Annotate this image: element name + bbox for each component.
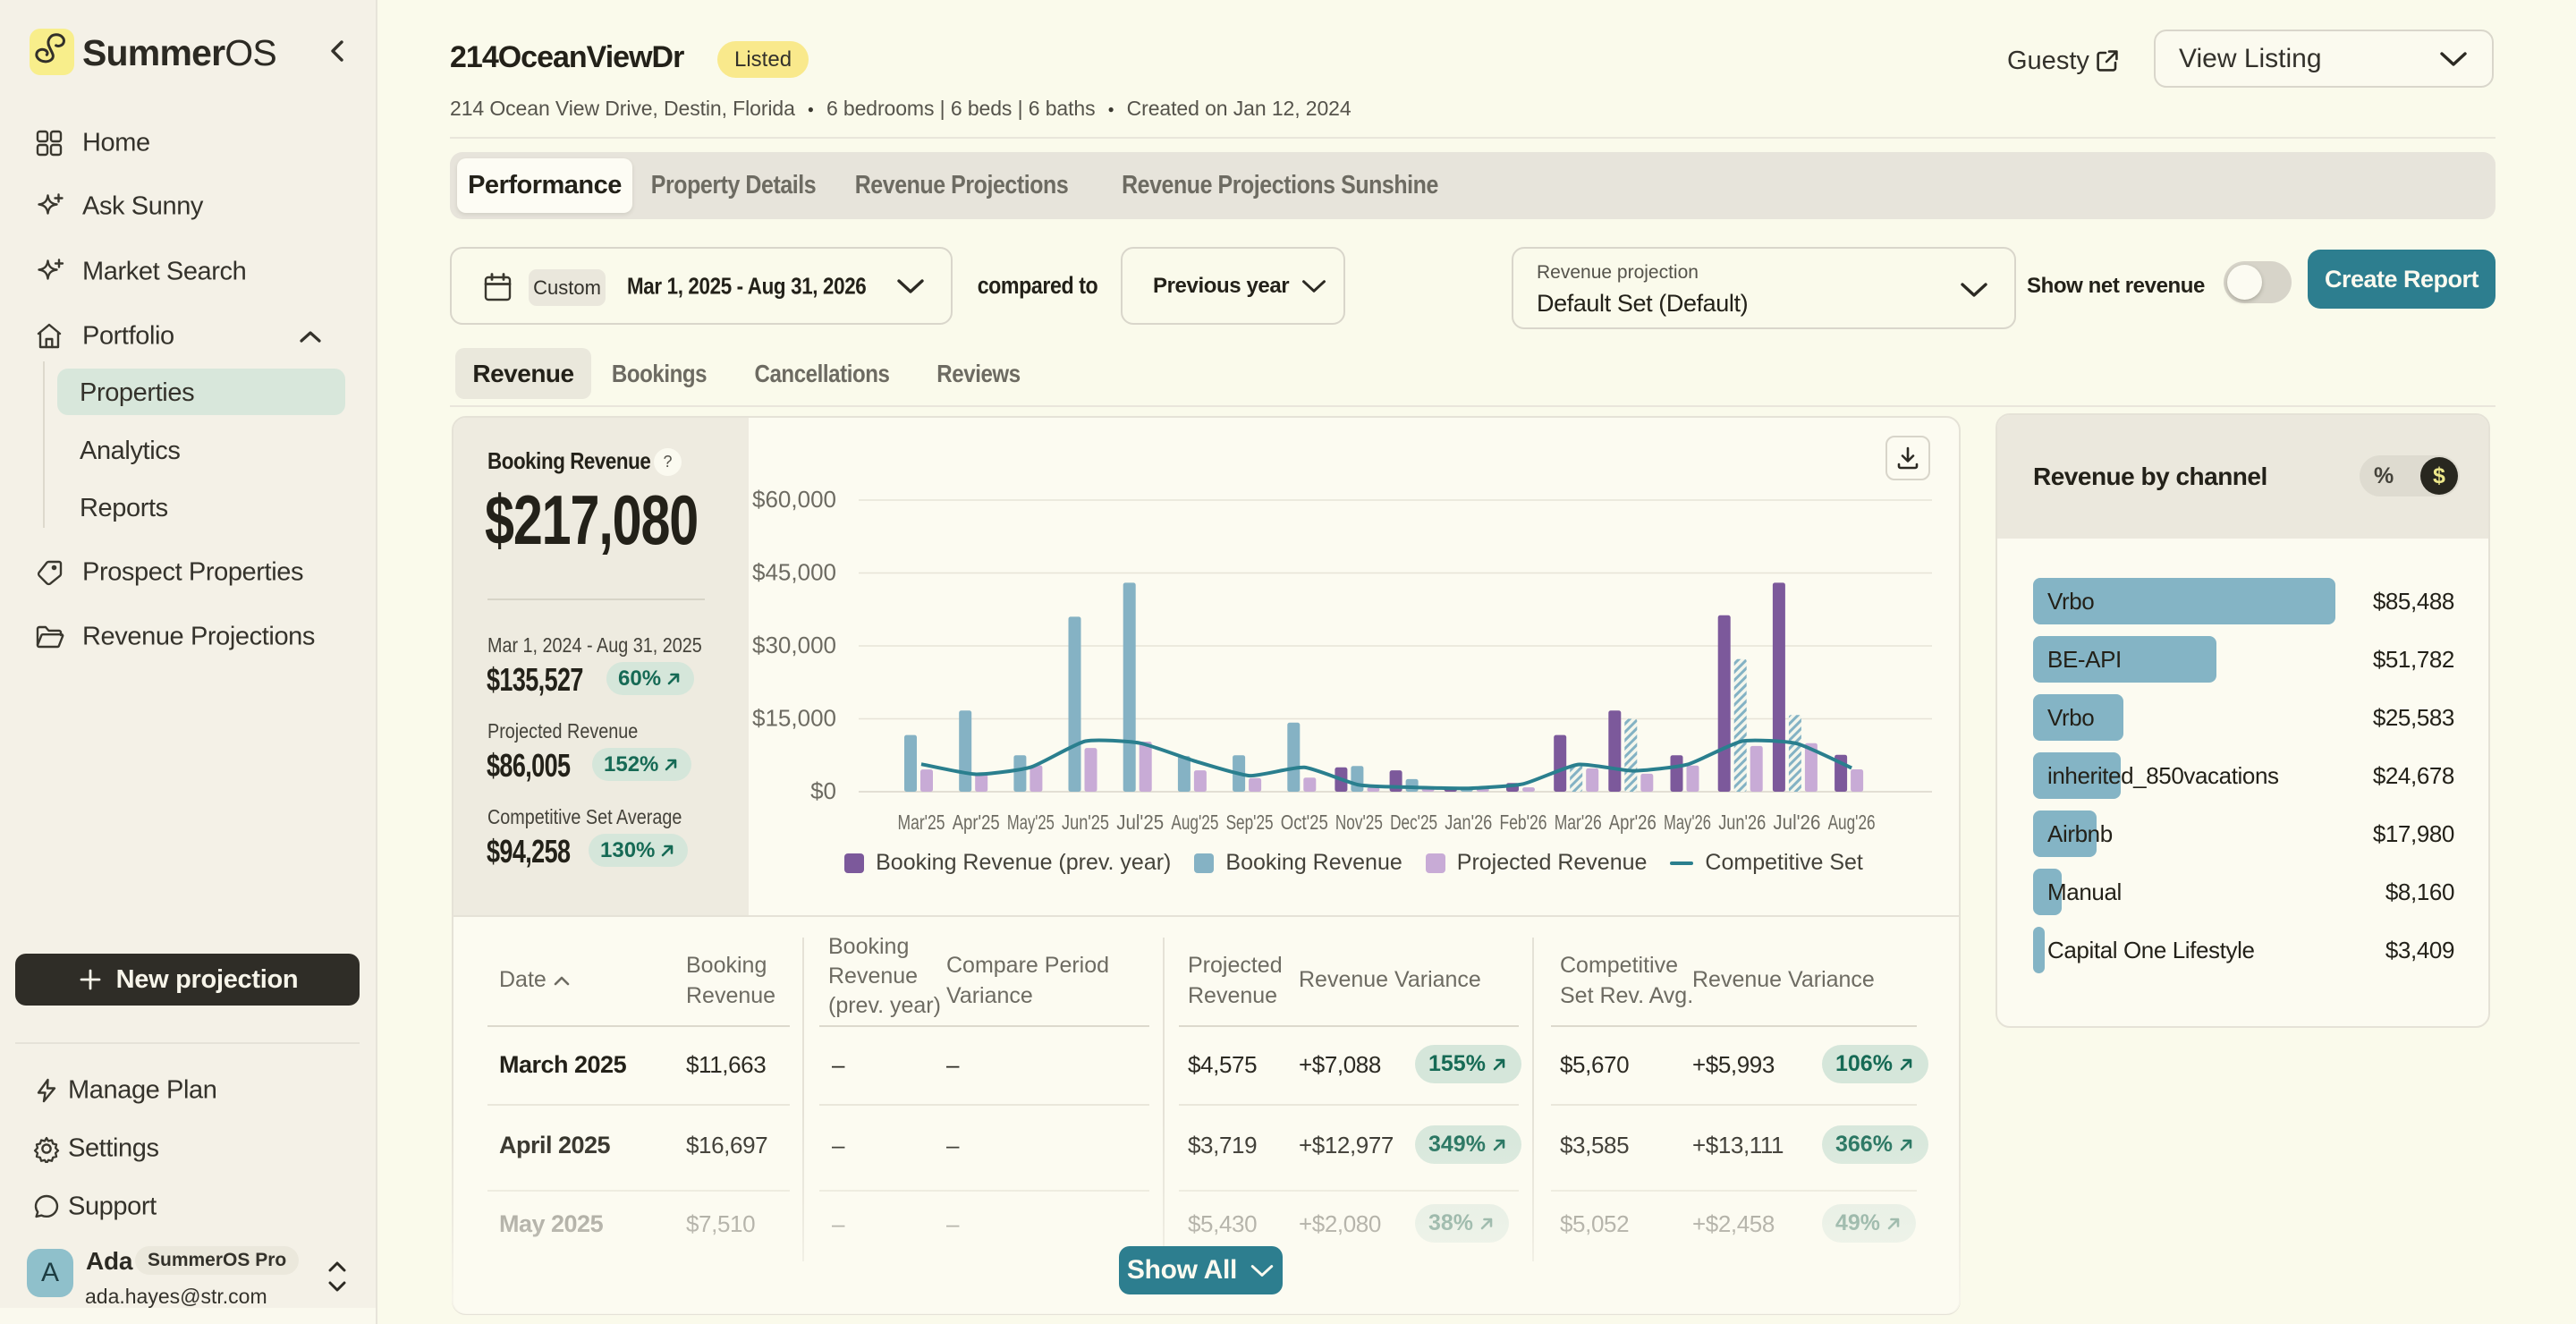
svg-text:Apr'25: Apr'25 bbox=[953, 811, 1000, 834]
svg-text:Jun'25: Jun'25 bbox=[1062, 811, 1109, 834]
svg-text:$0: $0 bbox=[810, 777, 836, 804]
svg-text:$60,000: $60,000 bbox=[752, 486, 836, 513]
svg-text:$30,000: $30,000 bbox=[752, 632, 836, 658]
svg-text:Jun'26: Jun'26 bbox=[1718, 811, 1766, 834]
svg-text:Dec'25: Dec'25 bbox=[1390, 811, 1437, 834]
svg-text:$45,000: $45,000 bbox=[752, 559, 836, 586]
svg-text:May'25: May'25 bbox=[1007, 811, 1055, 834]
svg-text:Apr'26: Apr'26 bbox=[1609, 811, 1657, 834]
svg-text:Jul'25: Jul'25 bbox=[1116, 811, 1164, 834]
svg-text:Jan'26: Jan'26 bbox=[1445, 811, 1492, 834]
svg-text:Aug'25: Aug'25 bbox=[1171, 811, 1218, 834]
svg-text:Feb'26: Feb'26 bbox=[1500, 811, 1547, 834]
svg-text:Oct'25: Oct'25 bbox=[1281, 811, 1328, 834]
svg-text:Mar'26: Mar'26 bbox=[1555, 811, 1602, 834]
svg-text:Sep'25: Sep'25 bbox=[1226, 811, 1274, 834]
svg-text:May'26: May'26 bbox=[1664, 811, 1711, 834]
svg-text:Jul'26: Jul'26 bbox=[1773, 811, 1820, 834]
svg-text:$15,000: $15,000 bbox=[752, 705, 836, 732]
svg-text:Nov'25: Nov'25 bbox=[1335, 811, 1383, 834]
svg-text:Mar'25: Mar'25 bbox=[898, 811, 945, 834]
svg-text:Aug'26: Aug'26 bbox=[1828, 811, 1876, 834]
